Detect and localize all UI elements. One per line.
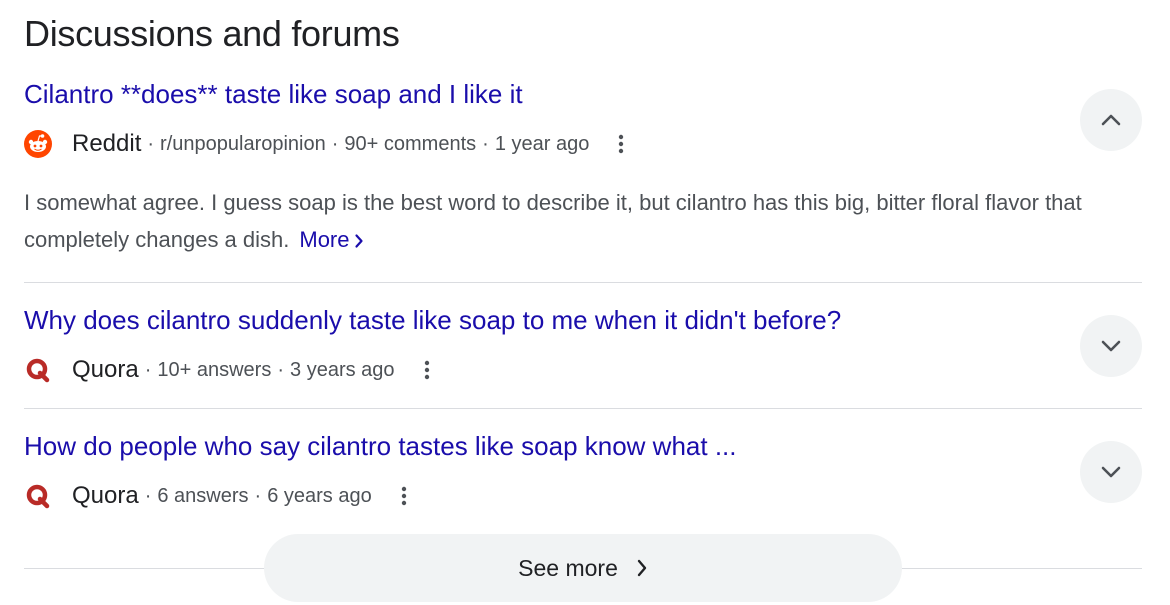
result-meta: Quora · 6 answers · 6 years ago — [24, 481, 416, 511]
more-link-label: More — [299, 227, 350, 252]
see-more-button[interactable]: See more — [264, 534, 902, 602]
collapse-button[interactable] — [1080, 89, 1142, 151]
meta-separator: · — [254, 484, 262, 507]
expand-button[interactable] — [1080, 315, 1142, 377]
expand-button[interactable] — [1080, 441, 1142, 503]
result-title-link[interactable]: Why does cilantro suddenly taste like so… — [24, 304, 841, 336]
quora-icon — [24, 482, 52, 510]
result-comment-count: 90+ comments — [344, 132, 477, 155]
more-options-icon[interactable] — [392, 481, 416, 511]
chevron-down-icon — [1101, 340, 1121, 352]
result-item-2: Why does cilantro suddenly taste like so… — [24, 304, 1142, 384]
result-title-link[interactable]: How do people who say cilantro tastes li… — [24, 430, 737, 462]
divider — [24, 282, 1142, 283]
result-answer-count: 10+ answers — [157, 358, 272, 381]
meta-separator: · — [331, 132, 339, 155]
more-options-icon[interactable] — [609, 129, 633, 159]
more-link[interactable]: More — [299, 227, 363, 252]
result-item-3: How do people who say cilantro tastes li… — [24, 430, 1142, 510]
result-meta: Reddit · r/unpopularopinion · 90+ commen… — [24, 129, 633, 159]
see-more-label: See more — [518, 554, 618, 581]
more-options-icon[interactable] — [415, 355, 439, 385]
result-date: 6 years ago — [267, 484, 372, 507]
result-snippet: I somewhat agree. I guess soap is the be… — [24, 184, 1142, 258]
result-title-link[interactable]: Cilantro **does** taste like soap and I … — [24, 78, 523, 110]
result-date: 1 year ago — [494, 132, 590, 155]
chevron-down-icon — [1101, 466, 1121, 478]
meta-separator: · — [144, 484, 152, 507]
meta-separator: · — [144, 358, 152, 381]
result-subforum: r/unpopularopinion — [160, 132, 326, 155]
result-date: 3 years ago — [290, 358, 395, 381]
section-title: Discussions and forums — [24, 13, 400, 54]
result-meta: Quora · 10+ answers · 3 years ago — [24, 355, 439, 385]
meta-separator: · — [277, 358, 285, 381]
discussions-and-forums-panel: Discussions and forums Cilantro **does**… — [0, 0, 1170, 605]
quora-icon — [24, 356, 52, 384]
chevron-right-icon — [354, 234, 363, 248]
divider — [24, 408, 1142, 409]
chevron-up-icon — [1101, 114, 1121, 126]
reddit-icon — [24, 130, 52, 158]
result-answer-count: 6 answers — [157, 484, 249, 507]
meta-separator: · — [482, 132, 489, 155]
result-source: Reddit — [72, 130, 142, 157]
result-source: Quora — [72, 356, 139, 383]
meta-separator: · — [147, 132, 155, 155]
result-source: Quora — [72, 482, 139, 509]
chevron-right-icon — [637, 559, 647, 577]
result-item-1: Cilantro **does** taste like soap and I … — [24, 78, 1142, 268]
snippet-text: I somewhat agree. I guess soap is the be… — [24, 190, 1082, 252]
